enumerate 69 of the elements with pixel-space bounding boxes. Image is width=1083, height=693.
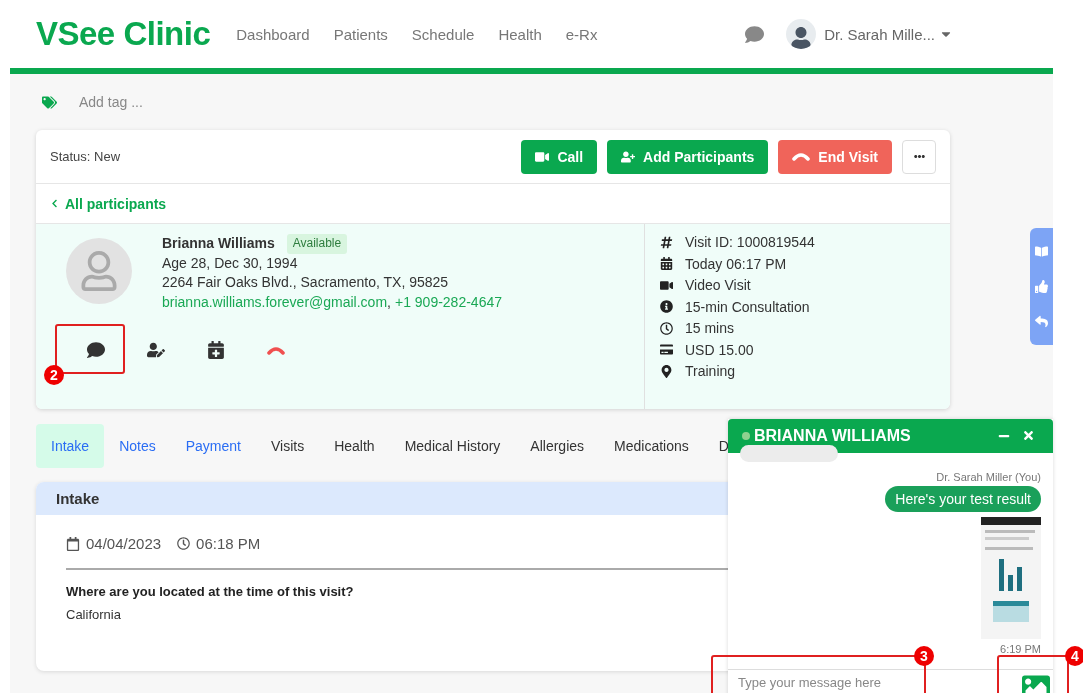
nav-link[interactable]: e-Rx — [565, 25, 598, 43]
tab[interactable]: Payment — [170, 424, 256, 468]
hashtag-icon — [659, 235, 673, 249]
add-user-icon — [621, 149, 636, 164]
intake-time: 06:18 PM — [196, 535, 261, 552]
more-button[interactable] — [902, 139, 936, 174]
nav-link[interactable]: Dashboard — [236, 25, 310, 43]
thumbs-icon[interactable] — [1035, 280, 1048, 293]
question: Where are you located at the time of this visit? — [66, 584, 355, 599]
nav-link[interactable]: Health — [498, 25, 542, 43]
feedback-tab[interactable] — [1030, 228, 1053, 345]
close-icon — [1022, 429, 1035, 443]
hang-up-icon — [267, 345, 285, 355]
clock-icon — [177, 537, 191, 550]
sender-name: Dr. Sarah Miller (You) — [936, 470, 1041, 483]
status-tag: Available — [286, 234, 348, 254]
tab[interactable]: D — [703, 424, 744, 468]
tag-icon — [42, 94, 57, 110]
user-edit-icon — [147, 341, 165, 359]
calendar-icon — [66, 536, 80, 551]
separator: , — [387, 292, 391, 312]
intake-date: 04/04/2023 — [86, 535, 162, 552]
step-number: 4 — [1065, 646, 1083, 666]
answer: California — [66, 607, 122, 622]
book-icon[interactable] — [1035, 245, 1048, 258]
credit-card-icon — [659, 343, 673, 356]
logo[interactable]: VSee Clinic — [36, 15, 211, 53]
clock-icon — [659, 321, 673, 335]
call-button[interactable]: Call — [521, 139, 598, 174]
phone-link[interactable]: +1 909-282-4647 — [394, 292, 502, 312]
visit-detail: Today 06:17 PM — [685, 255, 787, 272]
patient-address: 2264 Fair Oaks Blvd., Sacramento, TX, 95825 — [162, 273, 450, 292]
end-visit-button[interactable]: End Visit — [778, 139, 892, 174]
status-label: Status: New — [50, 149, 121, 164]
calendar-icon — [659, 257, 673, 270]
hang-up-icon — [792, 152, 811, 161]
reply-icon[interactable] — [1035, 315, 1048, 328]
patient-age: Age 28, Dec 30, 1994 — [162, 253, 299, 273]
chat-title: BRIANNA WILLIAMS — [754, 426, 912, 445]
add-participants-button[interactable]: Add Participants — [607, 139, 769, 174]
tab[interactable]: Allergies — [515, 424, 600, 468]
chat-icon[interactable] — [745, 24, 765, 44]
visit-detail: USD 15.00 — [685, 341, 754, 358]
visit-detail: Visit ID: 1000819544 — [685, 234, 815, 250]
nav-link[interactable]: Patients — [333, 25, 388, 43]
visit-detail: 15-min Consultation — [685, 298, 810, 315]
video-icon — [659, 278, 673, 292]
visit-detail: 15 mins — [685, 320, 735, 336]
patient-name: Brianna Williams — [162, 234, 275, 253]
tab[interactable]: Visits — [255, 424, 320, 468]
map-pin-icon — [659, 364, 673, 378]
message-bubble: Here's your test result — [885, 485, 1041, 512]
nav-link[interactable]: Schedule — [411, 25, 475, 43]
visit-detail: Training — [685, 363, 736, 379]
visit-detail: Video Visit — [685, 277, 751, 293]
tab[interactable]: Medical History — [389, 424, 516, 468]
video-icon — [535, 149, 550, 164]
info-icon — [659, 300, 673, 313]
user-name[interactable]: Dr. Sarah Mille... — [824, 25, 935, 43]
tab[interactable]: Medications — [599, 424, 704, 468]
user-avatar[interactable] — [786, 19, 817, 49]
tab[interactable]: Health — [319, 424, 390, 468]
tab[interactable]: Notes — [104, 424, 171, 468]
tag-field[interactable]: Add tag ... — [77, 93, 262, 111]
message-time: 6:19 PM — [1000, 642, 1041, 655]
chat-icon — [87, 341, 105, 359]
tab[interactable]: Intake — [36, 424, 105, 468]
chevron-icon — [50, 199, 59, 208]
calendar-plus-icon — [207, 341, 225, 359]
